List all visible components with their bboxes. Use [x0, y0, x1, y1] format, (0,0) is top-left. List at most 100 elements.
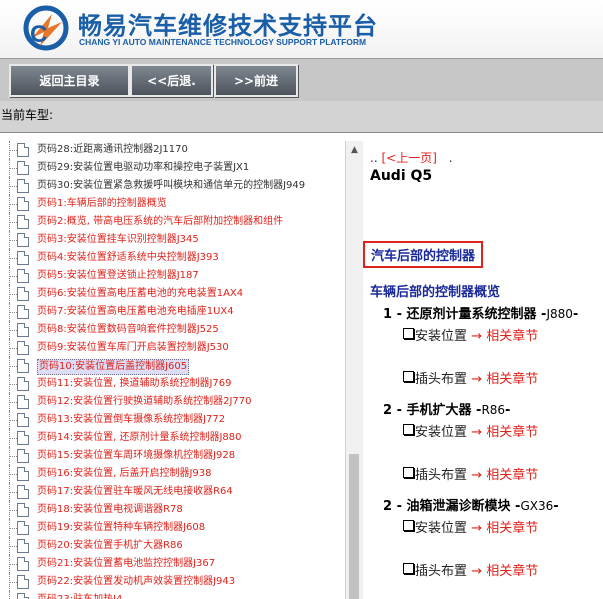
tree-item[interactable]: 页码23:驻车加热J4	[0, 591, 340, 599]
tree-item-label[interactable]: 页码14:安装位置, 还原剂计量系统控制器J880	[37, 431, 242, 445]
related-chapter-link[interactable]: 相关章节	[486, 372, 538, 387]
page-icon	[17, 215, 29, 229]
tree-item-label[interactable]: 页码19:安装位置特种车辆控制器J608	[37, 521, 205, 535]
tree-item[interactable]: 页码29:安装位置电驱动功率和操控电子装置JX1	[0, 159, 340, 177]
component-name: 还原剂计量系统控制器	[406, 307, 537, 322]
component-code: GX36	[520, 499, 554, 513]
tree-item[interactable]: 页码20:安装位置手机扩大器R86	[0, 537, 340, 555]
tree-item-label[interactable]: 页码6:安装位置高电压蓄电池的充电装置1AX4	[37, 287, 243, 301]
row-label: 安装位置	[415, 329, 468, 344]
page-icon	[17, 251, 29, 265]
tree-branch	[9, 240, 17, 241]
tree-item[interactable]: 页码17:安装位置驻车暖风无线电接收器R64	[0, 483, 340, 501]
tree-item-label[interactable]: 页码12:安装位置行驶换道辅助系统控制器2J770	[37, 395, 252, 409]
home-button[interactable]: 返回主目录	[9, 64, 130, 97]
tree-item-label[interactable]: 页码17:安装位置驻车暖风无线电接收器R64	[37, 485, 233, 499]
back-button[interactable]: <<后退.	[130, 64, 213, 97]
prev-page-link[interactable]: [<上一页]	[381, 151, 436, 165]
tree-item-label[interactable]: 页码4:安装位置舒适系统中央控制器J393	[37, 251, 219, 265]
content-pane: .. [<上一页] . Audi Q5 汽车后部的控制器 车辆后部的控制器概览 …	[363, 141, 603, 599]
row-label: 插头布置	[415, 564, 468, 579]
tree-item[interactable]: 页码4:安装位置舒适系统中央控制器J393	[0, 249, 340, 267]
tree-item-label[interactable]: 页码23:驻车加热J4	[37, 593, 122, 599]
page-icon	[17, 305, 29, 319]
tree-item-label[interactable]: 页码20:安装位置手机扩大器R86	[37, 539, 183, 553]
tree-branch	[9, 366, 17, 367]
tree-item[interactable]: 页码28:近距离通讯控制器2J1170	[0, 141, 340, 159]
tree-item[interactable]: 页码22:安装位置发动机声效装置控制器J943	[0, 573, 340, 591]
tree-item[interactable]: 页码6:安装位置高电压蓄电池的充电装置1AX4	[0, 285, 340, 303]
tree-branch	[9, 312, 17, 313]
tree-item-label[interactable]: 页码2:概览, 带高电压系统的汽车后部附加控制器和组件	[37, 215, 283, 229]
tree-branch	[9, 528, 17, 529]
tree-item[interactable]: 页码14:安装位置, 还原剂计量系统控制器J880	[0, 429, 340, 447]
component-link-row: 安装位置 → 相关章节	[403, 421, 538, 440]
page-icon	[17, 143, 29, 157]
section-title: 汽车后部的控制器	[363, 241, 484, 268]
tree-branch	[9, 348, 17, 349]
tree-item-label[interactable]: 页码21:安装位置蓄电池监控控制器J367	[37, 557, 215, 571]
tree-item-label[interactable]: 页码8:安装位置数码音响套件控制器J525	[37, 323, 219, 337]
component-link-row: 安装位置 → 相关章节	[403, 517, 538, 536]
tree-item[interactable]: 页码11:安装位置, 换道辅助系统控制器J769	[0, 375, 340, 393]
tree-branch	[9, 474, 17, 475]
component-heading: 2 - 手机扩大器 -R86-	[383, 399, 510, 418]
tree-item-label[interactable]: 页码3:安装位置挂车识别控制器J345	[37, 233, 199, 247]
tree-item-label[interactable]: 页码13:安装位置倒车摄像系统控制器J772	[37, 413, 225, 427]
scroll-thumb[interactable]	[349, 454, 359, 599]
tree-item[interactable]: 页码3:安装位置挂车识别控制器J345	[0, 231, 340, 249]
related-chapter-link[interactable]: 相关章节	[486, 329, 538, 344]
tree-item[interactable]: 页码15:安装位置车周环境摄像机控制器J928	[0, 447, 340, 465]
tree-item-label[interactable]: 页码7:安装位置高电压蓄电池充电插座1UX4	[37, 305, 234, 319]
related-chapter-link[interactable]: 相关章节	[486, 425, 538, 440]
tree-item-label[interactable]: 页码16:安装位置, 后盖开启控制器J938	[37, 467, 212, 481]
related-chapter-link[interactable]: 相关章节	[486, 564, 538, 579]
arrow-right-icon: →	[467, 521, 487, 536]
tree-item[interactable]: 页码1:车辆后部的控制器概览	[0, 195, 340, 213]
tree-item-label[interactable]: 页码22:安装位置发动机声效装置控制器J943	[37, 575, 235, 589]
tree-branch	[9, 564, 17, 565]
tree-item-label[interactable]: 页码29:安装位置电驱动功率和操控电子装置JX1	[37, 161, 249, 175]
tree-item[interactable]: 页码16:安装位置, 后盖开启控制器J938	[0, 465, 340, 483]
page-icon	[17, 539, 29, 553]
checkbox-icon	[403, 563, 414, 574]
tree-item[interactable]: 页码18:安装位置电视调谐器R78	[0, 501, 340, 519]
tree-item[interactable]: 页码9:安装位置车库门开启装置控制器J530	[0, 339, 340, 357]
tree-item[interactable]: 页码5:安装位置登送锁止控制器J187	[0, 267, 340, 285]
page-icon	[17, 233, 29, 247]
tree-item[interactable]: 页码10:安装位置后盖控制器J605	[0, 357, 340, 375]
tree-item[interactable]: 页码19:安装位置特种车辆控制器J608	[0, 519, 340, 537]
tree-item-label[interactable]: 页码28:近距离通讯控制器2J1170	[37, 143, 188, 157]
page-icon	[17, 395, 29, 409]
tree-branch	[9, 186, 17, 187]
tree-item[interactable]: 页码13:安装位置倒车摄像系统控制器J772	[0, 411, 340, 429]
related-chapter-link[interactable]: 相关章节	[486, 521, 538, 536]
tree-item-label[interactable]: 页码5:安装位置登送锁止控制器J187	[37, 269, 199, 283]
tree-item-label[interactable]: 页码15:安装位置车周环境摄像机控制器J928	[37, 449, 235, 463]
tree-item[interactable]: 页码7:安装位置高电压蓄电池充电插座1UX4	[0, 303, 340, 321]
tree-item[interactable]: 页码8:安装位置数码音响套件控制器J525	[0, 321, 340, 339]
tree-branch	[9, 204, 17, 205]
tree-item-label[interactable]: 页码11:安装位置, 换道辅助系统控制器J769	[37, 377, 232, 391]
tree-scrollbar[interactable]: ▲	[345, 141, 363, 599]
dash: -	[572, 307, 579, 322]
page-icon	[17, 503, 29, 517]
row-label: 安装位置	[415, 521, 468, 536]
tree-item-label[interactable]: 页码30:安装位置紧急救援呼叫模块和通信单元的控制器J949	[37, 179, 305, 193]
tree-branch	[9, 438, 17, 439]
tree-branch	[9, 492, 17, 493]
tree-item[interactable]: 页码21:安装位置蓄电池监控控制器J367	[0, 555, 340, 573]
related-chapter-link[interactable]: 相关章节	[486, 468, 538, 483]
tree-item-label[interactable]: 页码1:车辆后部的控制器概览	[37, 197, 167, 211]
tree-item-label[interactable]: 页码9:安装位置车库门开启装置控制器J530	[37, 341, 229, 355]
dash: -	[505, 403, 511, 418]
page-icon	[17, 179, 29, 193]
tree-item-label[interactable]: 页码10:安装位置后盖控制器J605	[37, 359, 190, 375]
scroll-up-icon[interactable]: ▲	[346, 141, 363, 158]
tree-item[interactable]: 页码12:安装位置行驶换道辅助系统控制器2J770	[0, 393, 340, 411]
tree-item-label[interactable]: 页码18:安装位置电视调谐器R78	[37, 503, 183, 517]
row-label: 安装位置	[415, 425, 468, 440]
tree-item[interactable]: 页码2:概览, 带高电压系统的汽车后部附加控制器和组件	[0, 213, 340, 231]
forward-button[interactable]: >>前进	[214, 64, 298, 97]
tree-item[interactable]: 页码30:安装位置紧急救援呼叫模块和通信单元的控制器J949	[0, 177, 340, 195]
